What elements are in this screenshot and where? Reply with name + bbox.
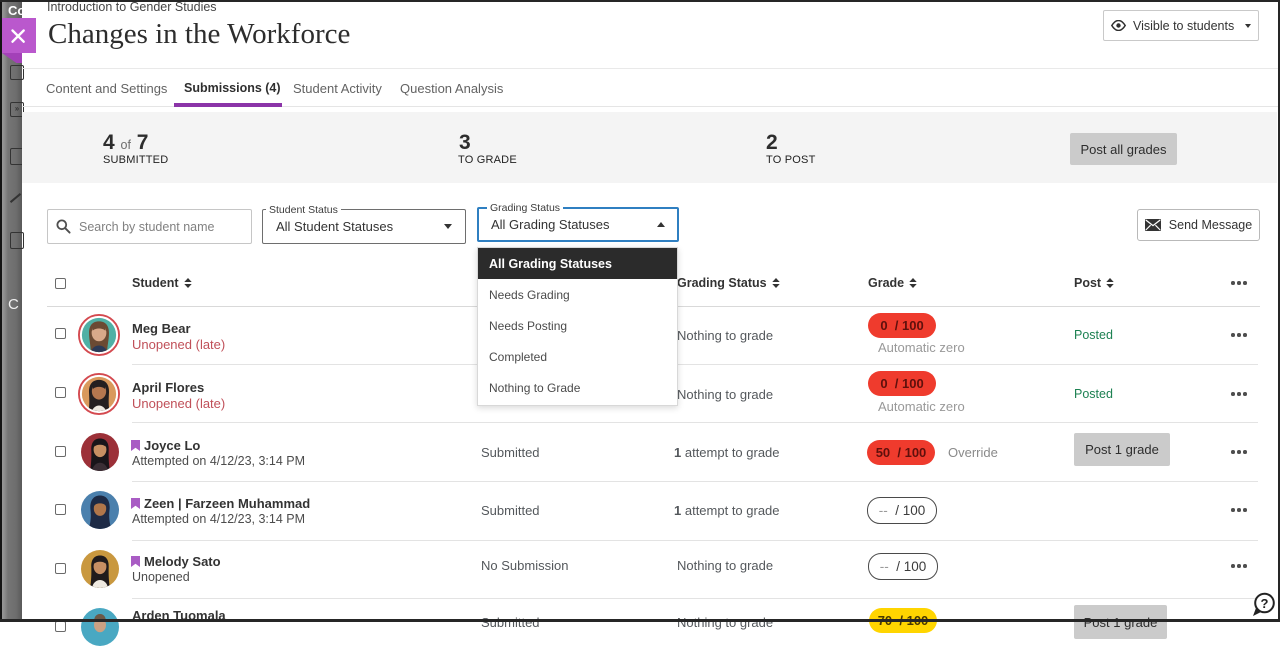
svg-text:?: ? — [1261, 596, 1269, 611]
